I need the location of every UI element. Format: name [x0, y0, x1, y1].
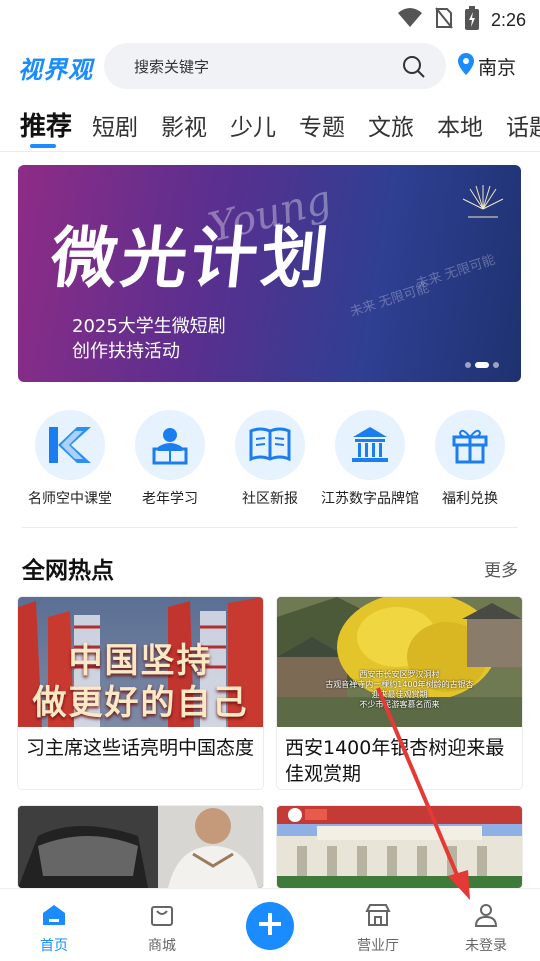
gift-icon: [435, 410, 505, 480]
news-thumbnail: 西安市长安区罗汉洞村 古观音禅寺内一棵约1400年树龄的古银杏 迎来最佳观赏期 …: [277, 597, 522, 727]
banner-subtitle: 2025大学生微短剧: [72, 316, 226, 337]
tab-film-tv[interactable]: 影视: [161, 108, 207, 142]
banner-title: 微光计划: [47, 219, 336, 297]
plus-icon: [259, 913, 281, 939]
carousel-dot: [465, 362, 471, 368]
tab-topics[interactable]: 专题: [299, 108, 345, 142]
category-tabs: 推荐 短剧 影视 少儿 专题 文旅 本地 话题: [0, 104, 540, 150]
sunburst-emblem-icon: [458, 179, 508, 229]
divider: [22, 527, 518, 528]
news-thumbnail: [18, 806, 263, 888]
banner-decoration-text: 未来 无限可能: [414, 252, 498, 293]
tab-kids[interactable]: 少儿: [230, 108, 276, 142]
nav-home[interactable]: 首页: [14, 903, 94, 955]
pavilion-icon: [335, 410, 405, 480]
search-placeholder: 搜索关键字: [134, 58, 210, 76]
caption-line: 古观音禅寺内一棵约1400年树龄的古银杏: [325, 680, 474, 689]
quick-link-senior-learning[interactable]: 老年学习: [120, 410, 220, 508]
nav-service-hall[interactable]: 营业厅: [338, 903, 418, 955]
city-selector[interactable]: 南京: [458, 53, 516, 80]
tab-local[interactable]: 本地: [437, 108, 483, 142]
active-tab-indicator: [30, 144, 56, 148]
quick-link-label: 社区新报: [242, 491, 298, 507]
city-label: 南京: [478, 57, 517, 79]
news-thumbnail: [277, 806, 522, 888]
open-book-icon: [235, 410, 305, 480]
caption-line: 西安市长安区罗汉洞村: [359, 670, 440, 679]
carousel-dot-active: [475, 362, 489, 368]
quick-link-teacher-class[interactable]: 名师空中课堂: [20, 410, 120, 508]
quick-link-label: 老年学习: [142, 491, 198, 507]
tab-discussion[interactable]: 话题: [506, 108, 540, 142]
no-sim-icon: [435, 7, 453, 33]
search-icon[interactable]: [402, 55, 426, 83]
divider: [0, 151, 540, 152]
top-bar: 视界观 搜索关键字 南京: [0, 42, 540, 92]
quick-link-label: 江苏数字品牌馆: [321, 491, 419, 507]
news-title: 西安1400年银杏树迎来最佳观赏期: [285, 737, 505, 785]
nav-label: 未登录: [465, 938, 507, 954]
nav-label: 营业厅: [357, 938, 399, 954]
k-logo-icon: [35, 410, 105, 480]
section-title: 全网热点: [22, 558, 114, 584]
tab-short-drama[interactable]: 短剧: [92, 108, 138, 142]
thumbnail-headline: 做更好的自己: [32, 683, 249, 723]
carousel-indicator: [465, 362, 499, 368]
tab-recommend[interactable]: 推荐: [20, 106, 72, 143]
nav-label: 商城: [148, 938, 176, 954]
quick-link-community-news[interactable]: 社区新报: [220, 410, 320, 508]
quick-link-label: 福利兑换: [442, 491, 498, 507]
more-link[interactable]: 更多: [484, 556, 518, 581]
news-card[interactable]: [18, 806, 263, 888]
app-logo[interactable]: 视界观: [18, 50, 93, 85]
quick-link-jiangsu-brand-hall[interactable]: 江苏数字品牌馆: [320, 410, 420, 508]
promo-banner[interactable]: 未来 无限可能 未来 无限可能 Young 微光计划 2025大学生微短剧 创作…: [18, 165, 521, 382]
reading-person-icon: [135, 410, 205, 480]
shopping-bag-icon: [149, 906, 175, 931]
news-title: 习主席这些话亮明中国态度: [26, 737, 255, 759]
battery-charging-icon: [464, 6, 479, 34]
wifi-icon: [397, 7, 423, 33]
location-pin-icon: [458, 53, 474, 80]
caption-line: 迎来最佳观赏期: [371, 690, 428, 699]
nav-mall[interactable]: 商城: [122, 903, 202, 955]
quick-links: 名师空中课堂 老年学习 社区新报 江苏数字品牌馆 福利兑换: [0, 410, 540, 510]
nav-login[interactable]: 未登录: [446, 903, 526, 955]
user-icon: [473, 904, 499, 931]
news-card[interactable]: 西安市长安区罗汉洞村 古观音禅寺内一棵约1400年树龄的古银杏 迎来最佳观赏期 …: [277, 597, 522, 789]
thumbnail-caption: 西安市长安区罗汉洞村 古观音禅寺内一棵约1400年树龄的古银杏 迎来最佳观赏期 …: [277, 670, 522, 710]
quick-link-welfare-exchange[interactable]: 福利兑换: [420, 410, 520, 508]
nav-label: 首页: [40, 938, 68, 954]
storefront-icon: [365, 904, 391, 931]
status-bar: 2:26: [0, 0, 540, 36]
bottom-nav: 首页 商城 营业厅 未登录: [0, 888, 540, 961]
news-card[interactable]: [277, 806, 522, 888]
news-card[interactable]: 中国坚持 做更好的自己 习主席这些话亮明中国态度: [18, 597, 263, 789]
caption-line: 不少市民游客慕名而来: [359, 700, 440, 709]
search-input[interactable]: 搜索关键字: [104, 43, 446, 89]
home-icon: [41, 905, 67, 931]
quick-link-label: 名师空中课堂: [28, 491, 112, 507]
news-thumbnail: 中国坚持 做更好的自己: [18, 597, 263, 727]
status-time: 2:26: [490, 9, 526, 30]
carousel-dot: [493, 362, 499, 368]
publish-plus-button[interactable]: [246, 902, 294, 950]
banner-subtitle: 创作扶持活动: [72, 341, 180, 362]
tab-culture-travel[interactable]: 文旅: [368, 108, 414, 142]
